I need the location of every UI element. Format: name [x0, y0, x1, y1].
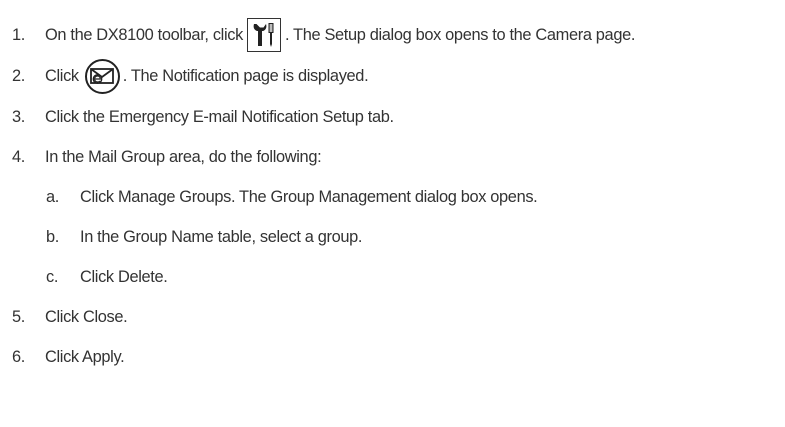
substep-text: Click Manage Groups. The Group Managemen… [80, 187, 538, 206]
step-text: On the DX8100 toolbar, click . The Setup… [45, 18, 635, 52]
step-text-after: . The Setup dialog box opens to the Came… [284, 25, 636, 44]
step-6: 6. Click Apply. [0, 342, 785, 372]
step-text: In the Mail Group area, do the following… [45, 147, 322, 166]
step-number: 2. [12, 66, 25, 85]
step-1: 1. On the DX8100 toolbar, click . The Se… [0, 18, 785, 52]
step-2: 2. Click . The Notification page is disp… [0, 58, 785, 94]
step-text-before: Click [45, 66, 79, 85]
step-text-before: On the DX8100 toolbar, click [45, 25, 243, 44]
step-number: 3. [12, 107, 25, 126]
step-text-after: . The Notification page is displayed. [122, 66, 369, 85]
substep-b: b. In the Group Name table, select a gro… [0, 222, 785, 252]
step-number: 1. [12, 25, 25, 44]
substep-text: In the Group Name table, select a group. [80, 227, 363, 246]
step-number: 6. [12, 347, 25, 366]
step-5: 5. Click Close. [0, 302, 785, 332]
step-text: Click Close. [45, 307, 128, 326]
substep-letter: c. [46, 267, 59, 286]
substep-letter: b. [46, 227, 59, 246]
procedure-document: 1. On the DX8100 toolbar, click . The Se… [0, 0, 785, 427]
setup-tools-icon [246, 18, 281, 52]
step-3: 3. Click the Emergency E-mail Notificati… [0, 102, 785, 132]
substep-a: a. Click Manage Groups. The Group Manage… [0, 182, 785, 212]
substep-c: c. Click Delete. [0, 262, 785, 292]
substep-text: Click Delete. [80, 267, 168, 286]
email-notification-icon [84, 58, 120, 94]
step-number: 5. [12, 307, 25, 326]
substep-letter: a. [46, 187, 59, 206]
step-text: Click . The Notification page is display… [45, 58, 369, 94]
step-text: Click the Emergency E-mail Notification … [45, 107, 394, 126]
step-4: 4. In the Mail Group area, do the follow… [0, 142, 785, 172]
step-number: 4. [12, 147, 25, 166]
step-text: Click Apply. [45, 347, 125, 366]
